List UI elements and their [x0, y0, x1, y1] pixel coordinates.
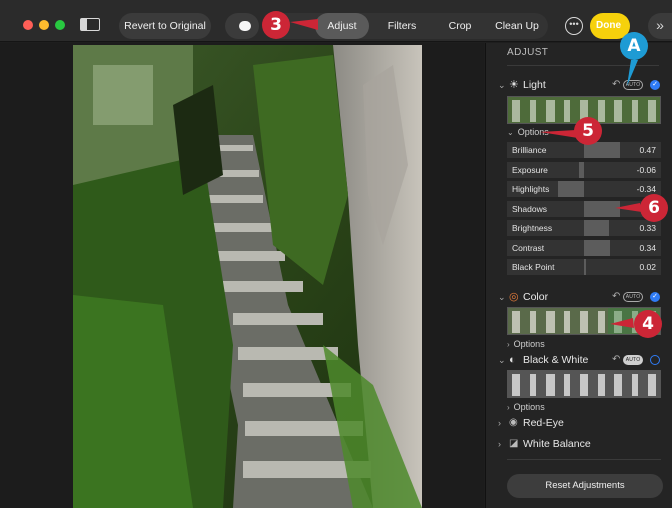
- callout-6: 6: [640, 194, 668, 222]
- callout-arrows: [290, 19, 642, 328]
- callout-3: 3: [262, 11, 290, 39]
- callout-a: A: [620, 32, 648, 60]
- photos-edit-window: Revert to Original Adjust Filters Crop C…: [0, 0, 672, 508]
- callout-4: 4: [634, 310, 662, 338]
- callout-5: 5: [574, 117, 602, 145]
